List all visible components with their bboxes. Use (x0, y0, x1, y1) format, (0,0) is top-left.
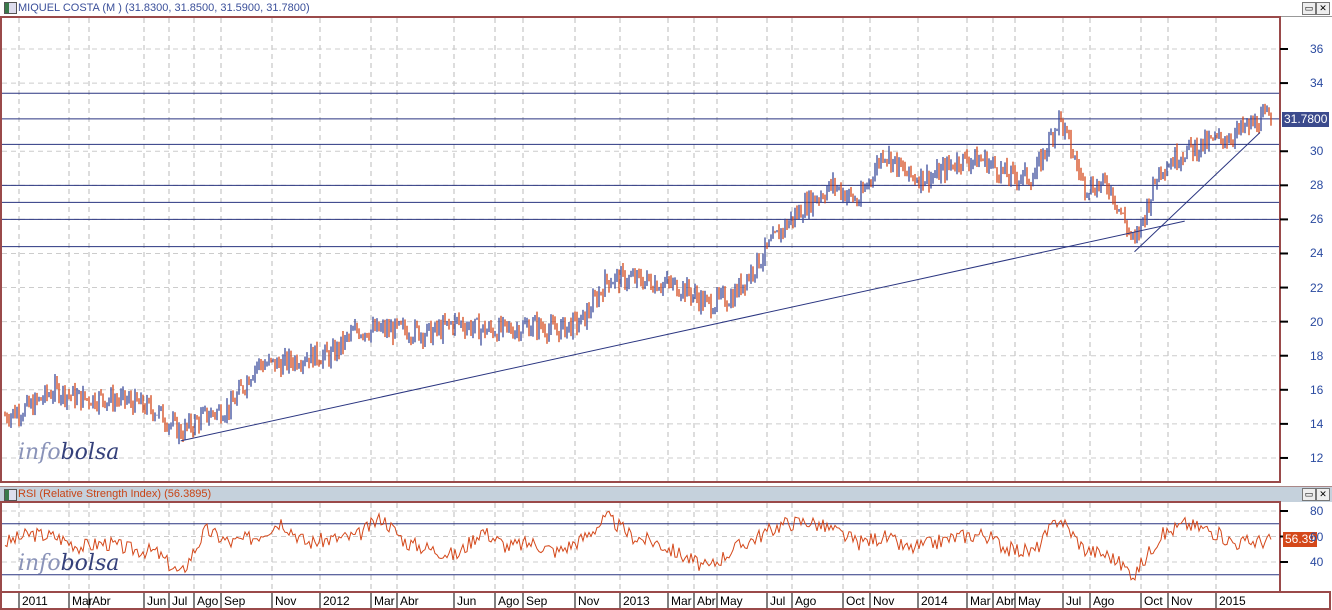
watermark-logo: infobolsa (18, 551, 119, 576)
y-tick-label: 22 (1310, 280, 1324, 295)
x-axis-label: Jul (172, 594, 188, 608)
x-axis-label: May (1018, 594, 1041, 608)
y-tick-label: 14 (1310, 416, 1324, 431)
x-axis-label: Abr (400, 594, 419, 608)
y-tick-label: 30 (1310, 144, 1324, 159)
logo-part: bolsa (60, 551, 120, 576)
x-axis-label: Mar (72, 594, 93, 608)
y-tick-label: 26 (1310, 212, 1324, 227)
rsi-plot-frame (0, 501, 1281, 593)
x-axis-label: Mar (970, 594, 991, 608)
x-axis-label: Jun (457, 594, 477, 608)
y-tick-label: 28 (1310, 178, 1324, 193)
logo-part: bolsa (60, 440, 120, 465)
x-axis-label: Abr (92, 594, 111, 608)
y-tick-label: 18 (1310, 348, 1324, 363)
x-axis-label: Nov (275, 594, 297, 608)
x-axis-label: 2014 (921, 594, 948, 608)
y-tick-label: 20 (1310, 314, 1324, 329)
x-axis-label: 2015 (1219, 594, 1246, 608)
x-axis-label: Ago (498, 594, 520, 608)
x-axis-label: Nov (578, 594, 600, 608)
x-axis-label: May (720, 594, 743, 608)
main-plot-frame (0, 16, 1281, 483)
price-chart (0, 16, 1331, 610)
logo-part: info (18, 551, 61, 576)
x-axis-label: Ago (1093, 594, 1115, 608)
x-axis-label: 2012 (323, 594, 350, 608)
rsi-tick-label: 40 (1310, 555, 1324, 569)
x-axis-label: Ago (197, 594, 219, 608)
y-tick-label: 12 (1310, 450, 1324, 465)
watermark-logo: infobolsa (18, 440, 119, 465)
x-axis-label: Abr (996, 594, 1015, 608)
x-axis-label: Mar (671, 594, 692, 608)
x-axis-label: Jul (1066, 594, 1082, 608)
x-axis-label: Mar (374, 594, 395, 608)
x-axis-label: Sep (526, 594, 548, 608)
last-price-badge: 31.7800 (1282, 112, 1330, 127)
x-axis-label: Nov (873, 594, 895, 608)
x-axis-label: Ago (795, 594, 817, 608)
y-tick-label: 34 (1310, 76, 1324, 91)
x-axis-label: Oct (1144, 594, 1163, 608)
rsi-tick-label: 80 (1310, 504, 1324, 518)
logo-part: info (18, 440, 61, 465)
y-tick-label: 24 (1310, 246, 1324, 261)
x-axis-label: 2011 (22, 594, 48, 608)
x-axis-label: Sep (224, 594, 246, 608)
y-tick-label: 16 (1310, 382, 1324, 397)
rsi-tick-label: 60 (1310, 529, 1324, 544)
y-tick-label: 36 (1310, 42, 1324, 56)
x-axis-label: Abr (697, 594, 716, 608)
x-axis-label: Jun (147, 594, 167, 608)
x-axis-label: Jul (770, 594, 786, 608)
x-axis-label: Oct (846, 594, 865, 608)
x-axis-label: Nov (1171, 594, 1193, 608)
x-axis-label: 2013 (623, 594, 650, 608)
